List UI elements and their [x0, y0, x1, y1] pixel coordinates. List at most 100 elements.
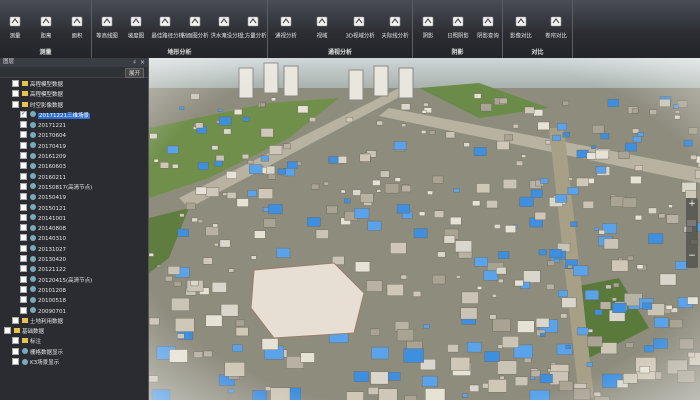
tree-node[interactable]: 20140310 [0, 234, 148, 244]
tree-node[interactable]: 基础数据 [0, 327, 148, 337]
layer-checkbox[interactable] [20, 131, 27, 139]
tree-node[interactable]: 20120415(高清节点) [0, 275, 148, 286]
ribbon-button[interactable]: 影像对比 [506, 14, 536, 46]
tree-node[interactable]: 20101208 [0, 285, 148, 296]
tree-node[interactable]: 20160211 [0, 172, 148, 183]
tree-node-label: 20170419 [38, 143, 66, 150]
layer-icon [30, 214, 36, 221]
ribbon-group-title: 阴影 [451, 49, 464, 56]
ribbon-button[interactable]: 测量 [0, 14, 30, 46]
tree-node[interactable]: 20150121 [0, 203, 148, 214]
ribbon-button[interactable]: 日照阴影 [443, 14, 473, 46]
layer-checkbox[interactable] [20, 306, 27, 314]
map-view[interactable]: + − [149, 58, 700, 400]
layer-checkbox[interactable] [12, 337, 19, 345]
ribbon-button[interactable]: 面积 [62, 14, 92, 46]
ribbon-button[interactable]: 距离 [31, 14, 61, 46]
layer-icon [30, 265, 36, 272]
tree-node[interactable]: 20140808 [0, 224, 148, 234]
tool-icon [130, 16, 142, 27]
pin-icon[interactable]: ♯ [133, 58, 136, 67]
tree-node-label: 高程模型数据 [30, 92, 64, 99]
layer-checkbox[interactable] [12, 90, 19, 98]
tree-node[interactable]: 20171221三维场景 [0, 109, 148, 121]
ribbon-button[interactable]: 剖面图分析 [180, 14, 210, 46]
layer-checkbox[interactable] [20, 162, 27, 170]
tree-node[interactable]: 高程模型数据 [0, 80, 148, 90]
layer-checkbox[interactable] [4, 327, 11, 335]
ribbon-button[interactable]: 通视分析 [271, 14, 301, 46]
layer-checkbox[interactable] [20, 203, 27, 211]
ribbon-button[interactable]: 洪水淹没分析 [209, 14, 243, 46]
layer-checkbox[interactable] [12, 347, 19, 355]
tree-node[interactable]: 20150817(高清节点) [0, 182, 148, 193]
layer-checkbox[interactable] [20, 172, 27, 180]
ribbon-button[interactable]: 视域 [307, 14, 337, 46]
zoom-out-button[interactable]: − [686, 250, 698, 262]
layer-checkbox[interactable] [20, 121, 27, 129]
expand-button[interactable]: 展开 [124, 68, 144, 78]
layer-checkbox[interactable] [20, 213, 27, 221]
tree-node[interactable]: 标注 [0, 337, 148, 347]
tree-node[interactable]: 20161209 [0, 152, 148, 162]
layer-checkbox[interactable] [20, 224, 27, 232]
tool-icon [280, 16, 292, 27]
layer-checkbox[interactable] [20, 296, 27, 304]
layer-checkbox[interactable] [12, 80, 19, 87]
ribbon-button[interactable]: 天际线分析 [380, 14, 410, 46]
tree-node[interactable]: K3场景显示 [0, 358, 148, 368]
ribbon-button-label: 日照阴影 [447, 32, 469, 40]
tree-node[interactable]: 栅格数据显示 [0, 347, 148, 358]
layer-checkbox[interactable] [20, 244, 27, 252]
layer-icon [30, 307, 36, 314]
layer-checkbox[interactable] [12, 358, 19, 366]
tree-node[interactable]: 土地利用数据 [0, 316, 148, 327]
tree-node[interactable]: 20141001 [0, 213, 148, 224]
layer-checkbox[interactable] [12, 316, 19, 324]
tree-node[interactable]: 20170604 [0, 131, 148, 141]
tree-node[interactable]: 20170419 [0, 141, 148, 152]
tree-node[interactable]: 20150419 [0, 193, 148, 203]
tree-node[interactable]: 20131027 [0, 244, 148, 255]
layer-checkbox[interactable] [20, 265, 27, 273]
close-icon[interactable]: × [140, 58, 145, 67]
layer-checkbox[interactable] [20, 193, 27, 201]
tree-node[interactable]: 高程模型数据 [0, 90, 148, 100]
ribbon-button[interactable]: 3D视域分析 [344, 14, 374, 46]
layer-checkbox[interactable] [20, 182, 27, 190]
layer-checkbox[interactable] [20, 109, 27, 119]
layer-checkbox[interactable] [20, 152, 27, 160]
layer-checkbox[interactable] [20, 255, 27, 263]
aerial-city-scene[interactable] [149, 58, 700, 400]
ribbon-button[interactable]: 最佳路径分析 [150, 14, 184, 46]
tree-node[interactable]: 20171221 [0, 121, 148, 131]
tool-icon [452, 16, 464, 27]
ribbon-button-label: 阴影 [422, 32, 434, 40]
tree-node-label: 土地利用数据 [30, 318, 64, 325]
tree-node[interactable]: 20160603 [0, 162, 148, 172]
tree-node-label: 时空影像数据 [30, 102, 64, 109]
layer-icon [30, 142, 36, 149]
layer-checkbox[interactable] [20, 285, 27, 293]
tree-node[interactable]: 20090701 [0, 306, 148, 317]
ribbon-button[interactable]: 坡度图 [121, 14, 151, 46]
ribbon-button[interactable]: 土方量分析 [238, 14, 268, 46]
layer-icon [30, 183, 36, 190]
zoom-slider[interactable] [686, 210, 698, 250]
ribbon-button[interactable]: 等高线图 [92, 14, 122, 46]
tree-node-label: 20100518 [38, 298, 66, 305]
tree-node[interactable]: 20121122 [0, 265, 148, 275]
layer-checkbox[interactable] [12, 100, 19, 108]
layer-checkbox[interactable] [20, 234, 27, 242]
ribbon-button[interactable]: 阴影 [413, 14, 443, 46]
zoom-control[interactable]: + − [686, 198, 698, 268]
tree-node[interactable]: 20100518 [0, 296, 148, 306]
tree-node[interactable]: 20130420 [0, 255, 148, 265]
zoom-in-button[interactable]: + [686, 198, 698, 210]
ribbon-button[interactable]: 卷帘对比 [541, 14, 571, 46]
ribbon-button[interactable]: 阴影查询 [473, 14, 503, 46]
layer-checkbox[interactable] [20, 275, 27, 283]
layer-checkbox[interactable] [20, 141, 27, 149]
tree-node-label: 20101208 [38, 287, 66, 294]
layer-icon [30, 255, 36, 262]
